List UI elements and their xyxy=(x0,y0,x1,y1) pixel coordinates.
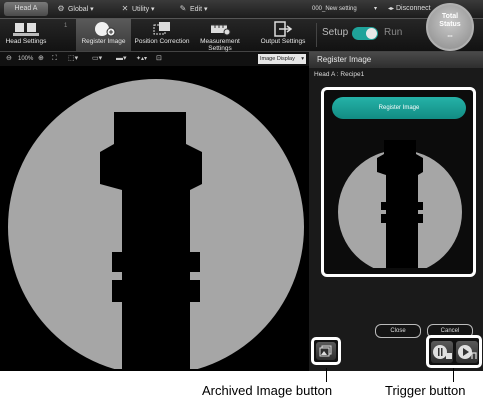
display-mode-icon[interactable]: ▭▾ xyxy=(92,53,102,65)
captured-image xyxy=(8,79,304,371)
toggle-knob xyxy=(366,28,377,39)
register-image-button[interactable]: Register Image xyxy=(76,19,131,51)
trigger-mode-button[interactable] xyxy=(431,341,453,363)
position-correction-button[interactable]: Position Correction xyxy=(133,19,191,51)
measurement-settings-label-2: Settings xyxy=(208,45,232,52)
measurement-settings-label-1: Measurement xyxy=(200,38,240,45)
workflow-toolbar: Head Settings 1 Register Image Position … xyxy=(0,19,483,52)
output-settings-button[interactable]: Output Settings xyxy=(255,19,311,51)
position-correction-icon xyxy=(153,22,170,35)
total-status-label-2: Status xyxy=(439,21,461,28)
archived-callout-line xyxy=(326,368,327,382)
head-settings-icon xyxy=(13,23,39,36)
output-settings-icon xyxy=(274,21,293,37)
setup-run-toggle[interactable] xyxy=(352,27,378,40)
archived-image-caption: Archived Image button xyxy=(202,383,333,398)
utility-menu[interactable]: ✕ Utility ▾ xyxy=(120,3,155,15)
fit-screen-icon[interactable]: ⛶ xyxy=(52,53,57,65)
cursor-tool-icon[interactable]: ⬚▾ xyxy=(68,53,78,65)
archived-image-button[interactable] xyxy=(316,342,336,360)
zoom-level: 100% xyxy=(18,56,34,62)
image-viewport[interactable] xyxy=(2,66,306,371)
register-image-label: Register Image xyxy=(81,38,126,45)
output-settings-label: Output Settings xyxy=(260,38,306,45)
disconnect-label: Disconnect xyxy=(395,5,431,12)
trigger-mode-icon xyxy=(433,345,452,359)
register-image-icon xyxy=(94,22,115,37)
head-a-tab[interactable]: Head A xyxy=(4,2,48,16)
menu-bar: Head A ⚙ Global ▾ ✕ Utility ▾ ✎ Edit ▾ 0… xyxy=(0,0,483,19)
archived-image-button-highlight xyxy=(311,337,341,365)
head-settings-label: Head Settings xyxy=(5,38,47,45)
head-settings-button[interactable]: Head Settings xyxy=(4,19,48,51)
trigger-button[interactable] xyxy=(456,341,478,363)
setting-name: 000_New setting xyxy=(312,6,357,12)
position-correction-label: Position Correction xyxy=(134,38,190,45)
archived-image-icon xyxy=(319,345,332,357)
chevron-down-icon: ▾ xyxy=(374,6,378,12)
trigger-play-icon xyxy=(458,345,477,359)
global-menu[interactable]: ⚙ Global ▾ xyxy=(56,3,94,15)
total-status-indicator: Total Status -- xyxy=(426,3,474,51)
chevron-down-icon: ▾ xyxy=(90,6,94,13)
trigger-caption: Trigger button xyxy=(385,383,466,398)
image-display-dropdown[interactable]: Image Display ▾ xyxy=(258,54,306,64)
register-image-area: Register Image xyxy=(321,87,476,277)
gear-icon: ⚙ xyxy=(57,4,65,13)
panel-title: Register Image xyxy=(309,52,483,68)
zoom-out-icon[interactable]: ⊖ xyxy=(6,53,12,65)
camera-icon[interactable]: ⊡ xyxy=(156,53,162,65)
trigger-button-highlight xyxy=(426,335,482,368)
total-status-value: -- xyxy=(447,31,453,40)
register-image-panel: Register Image Head A : Recipe1 Register… xyxy=(309,52,483,371)
run-label: Run xyxy=(384,27,403,38)
application-window: Head A ⚙ Global ▾ ✕ Utility ▾ ✎ Edit ▾ 0… xyxy=(0,0,483,371)
recipe-label: Head A : Recipe1 xyxy=(314,71,365,78)
trigger-callout-line xyxy=(453,368,454,382)
line-tool-icon[interactable]: ▬▾ xyxy=(116,53,127,65)
disconnect-icon: ◂▸ xyxy=(388,6,395,12)
tools-icon: ✕ xyxy=(121,4,129,13)
setup-label: Setup xyxy=(322,27,349,38)
chevron-down-icon: ▾ xyxy=(203,6,208,13)
registered-image-thumbnail xyxy=(338,140,462,268)
global-menu-label: Global xyxy=(67,6,89,13)
zoom-in-icon[interactable]: ⊕ xyxy=(38,53,44,65)
image-toolbar: ⊖ 100% ⊕ ⛶ ⬚▾ ▭▾ ▬▾ ✦▴▾ ⊡ Image Display … xyxy=(0,52,310,66)
pencil-icon: ✎ xyxy=(179,4,187,13)
measurement-settings-icon xyxy=(211,24,231,36)
chevron-down-icon: ▾ xyxy=(151,6,155,13)
toolbar-divider xyxy=(316,23,317,47)
close-button[interactable]: Close xyxy=(375,324,421,338)
register-image-action-button[interactable]: Register Image xyxy=(332,97,466,119)
utility-menu-label: Utility xyxy=(131,6,150,13)
edit-menu[interactable]: ✎ Edit ▾ xyxy=(178,3,208,15)
chevron-down-icon: ▾ xyxy=(301,56,304,62)
measurement-settings-button[interactable]: Measurement Settings xyxy=(196,19,244,52)
setting-selector[interactable]: 000_New setting ▾ xyxy=(312,3,382,15)
arrow-tool-icon[interactable]: ✦▴▾ xyxy=(136,53,147,65)
total-status-label-1: Total xyxy=(441,13,459,20)
step-number: 1 xyxy=(64,23,68,29)
image-display-label: Image Display xyxy=(260,56,295,62)
edit-menu-label: Edit xyxy=(189,6,203,13)
disconnect-button[interactable]: ◂▸ Disconnect xyxy=(388,3,431,15)
